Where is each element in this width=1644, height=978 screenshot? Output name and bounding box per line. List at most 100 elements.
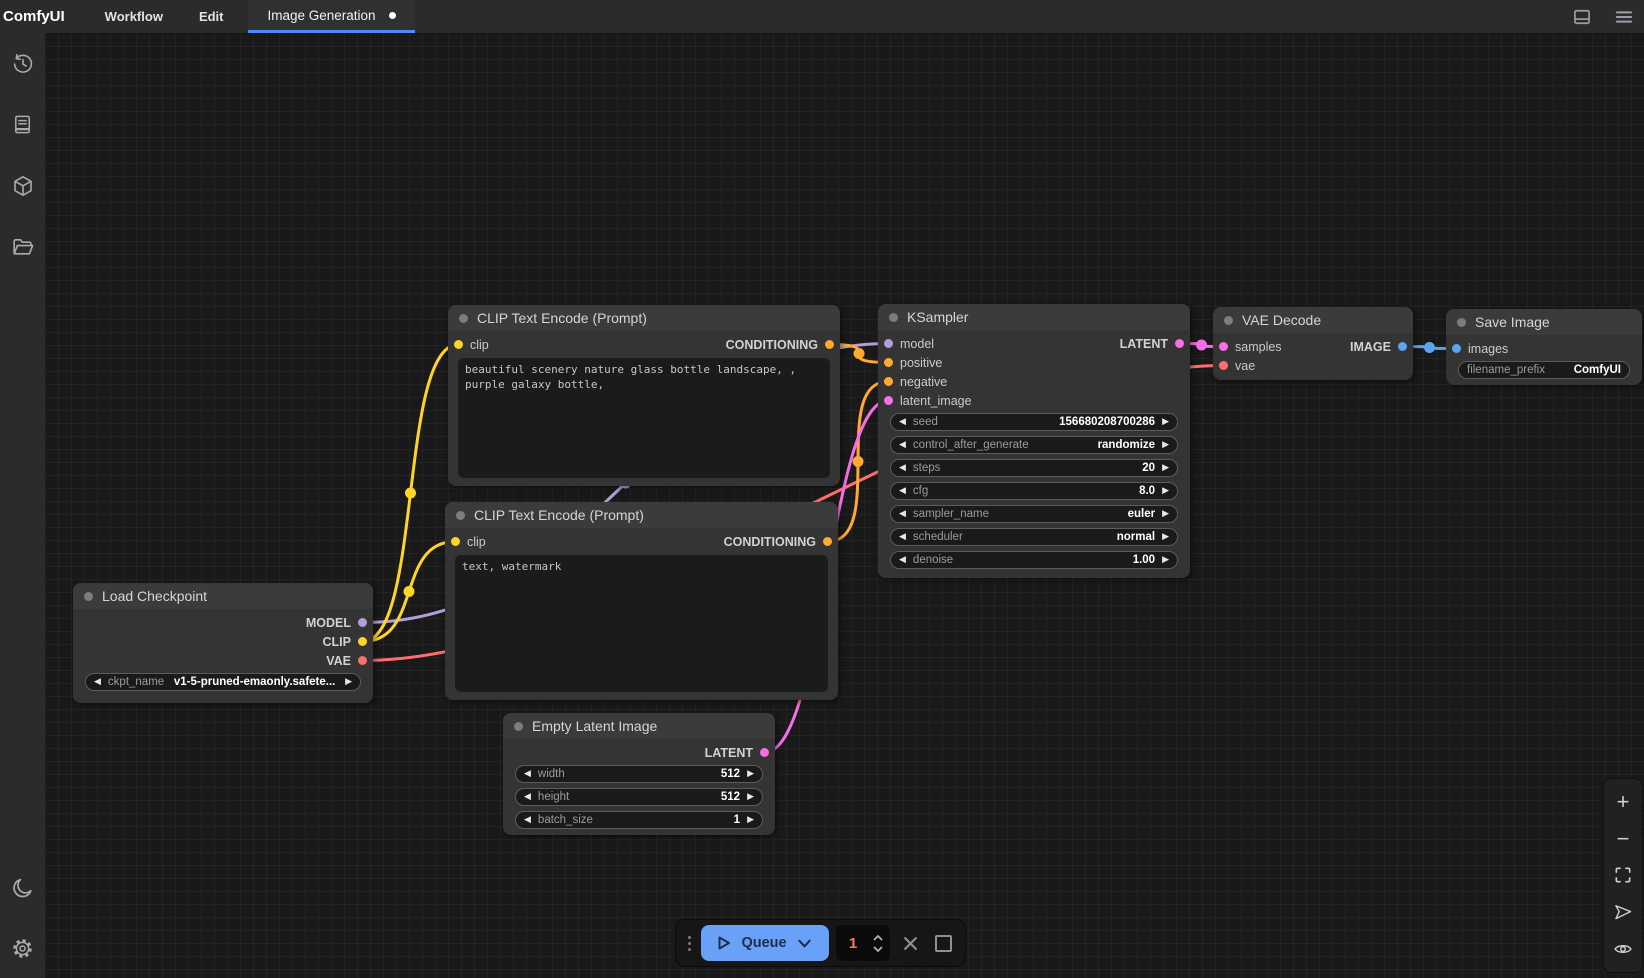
widget-right-arrow[interactable]: ▶	[1162, 440, 1169, 449]
MODEL-output-port[interactable]	[358, 618, 367, 627]
queue-count-value[interactable]: 1	[836, 935, 870, 952]
clip-input-port[interactable]	[454, 340, 463, 349]
node-vae-decode[interactable]: VAE DecodesamplesIMAGEvae	[1213, 307, 1413, 380]
widget-right-arrow[interactable]: ▶	[1162, 555, 1169, 564]
zoom-out-icon[interactable]: −	[1609, 825, 1637, 853]
model-input-port[interactable]	[884, 339, 893, 348]
widget-value[interactable]: 156680208700286	[1059, 416, 1155, 428]
widget-ckpt_name[interactable]: ◀ckpt_namev1-5-pruned-emaonly.safete...▶	[85, 673, 361, 691]
LATENT-output-port[interactable]	[1175, 339, 1184, 348]
stepper-up-icon[interactable]	[873, 935, 883, 941]
widget-right-arrow[interactable]: ▶	[1162, 417, 1169, 426]
IMAGE-output-port[interactable]	[1398, 342, 1407, 351]
widget-value[interactable]: 512	[721, 768, 740, 780]
logs-icon[interactable]	[0, 94, 45, 155]
widget-value[interactable]: euler	[1128, 508, 1156, 520]
widget-right-arrow[interactable]: ▶	[1162, 532, 1169, 541]
LATENT-output-port[interactable]	[760, 748, 769, 757]
node-library-icon[interactable]	[0, 155, 45, 216]
menu-edit[interactable]: Edit	[181, 9, 242, 24]
widget-value[interactable]: 1.00	[1133, 554, 1155, 566]
node-clip-text-encode-positive[interactable]: CLIP Text Encode (Prompt)clipCONDITIONIN…	[448, 305, 840, 486]
theme-moon-icon[interactable]	[0, 858, 45, 918]
widget-value[interactable]: 512	[721, 791, 740, 803]
widget-right-arrow[interactable]: ▶	[345, 677, 352, 686]
vae-input-port[interactable]	[1219, 361, 1228, 370]
slot-row: samplesIMAGE	[1213, 337, 1413, 356]
zoom-in-icon[interactable]: +	[1609, 788, 1637, 816]
prompt-textarea[interactable]: text, watermark	[455, 555, 828, 692]
widget-left-arrow[interactable]: ◀	[899, 417, 906, 426]
drag-handle[interactable]	[685, 936, 694, 951]
prompt-textarea[interactable]: beautiful scenery nature glass bottle la…	[458, 358, 830, 478]
VAE-output-port[interactable]	[358, 656, 367, 665]
select-cursor-icon[interactable]	[1609, 898, 1637, 926]
widget-value[interactable]: 1	[734, 814, 740, 826]
chevron-down-icon[interactable]	[797, 937, 812, 950]
widget-sampler_name[interactable]: ◀sampler_nameeuler▶	[890, 505, 1178, 523]
widget-control_after_generate[interactable]: ◀control_after_generaterandomize▶	[890, 436, 1178, 454]
node-ksampler[interactable]: KSamplermodelLATENTpositivenegativelaten…	[878, 304, 1190, 578]
bottom-panel-toggle-icon[interactable]	[1572, 7, 1592, 27]
widget-filename_prefix[interactable]: filename_prefixComfyUI	[1458, 361, 1630, 379]
queue-button[interactable]: Queue	[701, 925, 829, 961]
widget-width[interactable]: ◀width512▶	[515, 765, 763, 783]
widget-right-arrow[interactable]: ▶	[1162, 486, 1169, 495]
tab-image-generation[interactable]: Image Generation	[248, 0, 415, 33]
widget-batch_size[interactable]: ◀batch_size1▶	[515, 811, 763, 829]
widget-left-arrow[interactable]: ◀	[524, 815, 531, 824]
widget-right-arrow[interactable]: ▶	[747, 792, 754, 801]
clip-input-port[interactable]	[451, 537, 460, 546]
workflows-folder-icon[interactable]	[0, 216, 45, 277]
widget-left-arrow[interactable]: ◀	[524, 792, 531, 801]
node-clip-text-encode-negative[interactable]: CLIP Text Encode (Prompt)clipCONDITIONIN…	[445, 502, 838, 700]
widget-steps[interactable]: ◀steps20▶	[890, 459, 1178, 477]
negative-input-port[interactable]	[884, 377, 893, 386]
widget-denoise[interactable]: ◀denoise1.00▶	[890, 551, 1178, 569]
node-body: imagesfilename_prefixComfyUI	[1446, 335, 1642, 385]
settings-gear-icon[interactable]	[0, 918, 45, 978]
latent_image-input-port[interactable]	[884, 396, 893, 405]
widget-right-arrow[interactable]: ▶	[1162, 463, 1169, 472]
widget-left-arrow[interactable]: ◀	[899, 463, 906, 472]
fit-view-icon[interactable]	[1609, 861, 1637, 889]
batch-count-input[interactable]: 1	[836, 925, 890, 961]
images-input-port[interactable]	[1452, 344, 1461, 353]
clear-queue-button[interactable]	[897, 925, 923, 961]
widget-right-arrow[interactable]: ▶	[747, 769, 754, 778]
widget-value[interactable]: 20	[1142, 462, 1155, 474]
widget-seed[interactable]: ◀seed156680208700286▶	[890, 413, 1178, 431]
widget-value[interactable]: v1-5-pruned-emaonly.safete...	[174, 676, 335, 688]
positive-input-port[interactable]	[884, 358, 893, 367]
history-icon[interactable]	[0, 33, 45, 94]
widget-left-arrow[interactable]: ◀	[899, 532, 906, 541]
node-empty-latent-image[interactable]: Empty Latent ImageLATENT◀width512▶◀heigh…	[503, 713, 775, 835]
widget-left-arrow[interactable]: ◀	[524, 769, 531, 778]
widget-left-arrow[interactable]: ◀	[899, 509, 906, 518]
node-load-checkpoint[interactable]: Load CheckpointMODELCLIPVAE◀ckpt_namev1-…	[73, 583, 373, 703]
widget-left-arrow[interactable]: ◀	[899, 440, 906, 449]
widget-height[interactable]: ◀height512▶	[515, 788, 763, 806]
CONDITIONING-output-port[interactable]	[825, 340, 834, 349]
widget-cfg[interactable]: ◀cfg8.0▶	[890, 482, 1178, 500]
widget-left-arrow[interactable]: ◀	[899, 486, 906, 495]
widget-right-arrow[interactable]: ▶	[1162, 509, 1169, 518]
widget-left-arrow[interactable]: ◀	[94, 677, 101, 686]
CONDITIONING-output-port[interactable]	[823, 537, 832, 546]
widget-value[interactable]: normal	[1117, 531, 1155, 543]
toggle-visibility-icon[interactable]	[1609, 935, 1637, 963]
stop-button[interactable]	[930, 925, 956, 961]
widget-value[interactable]: 8.0	[1139, 485, 1155, 497]
CLIP-output-port[interactable]	[358, 637, 367, 646]
hamburger-menu-icon[interactable]	[1614, 7, 1634, 27]
menu-workflow[interactable]: Workflow	[87, 9, 181, 24]
graph-canvas[interactable]	[45, 33, 1644, 978]
widget-value[interactable]: ComfyUI	[1574, 364, 1621, 376]
node-save-image[interactable]: Save Imageimagesfilename_prefixComfyUI	[1446, 309, 1642, 385]
widget-value[interactable]: randomize	[1098, 439, 1156, 451]
samples-input-port[interactable]	[1219, 342, 1228, 351]
stepper-down-icon[interactable]	[873, 946, 883, 952]
widget-left-arrow[interactable]: ◀	[899, 555, 906, 564]
widget-scheduler[interactable]: ◀schedulernormal▶	[890, 528, 1178, 546]
widget-right-arrow[interactable]: ▶	[747, 815, 754, 824]
